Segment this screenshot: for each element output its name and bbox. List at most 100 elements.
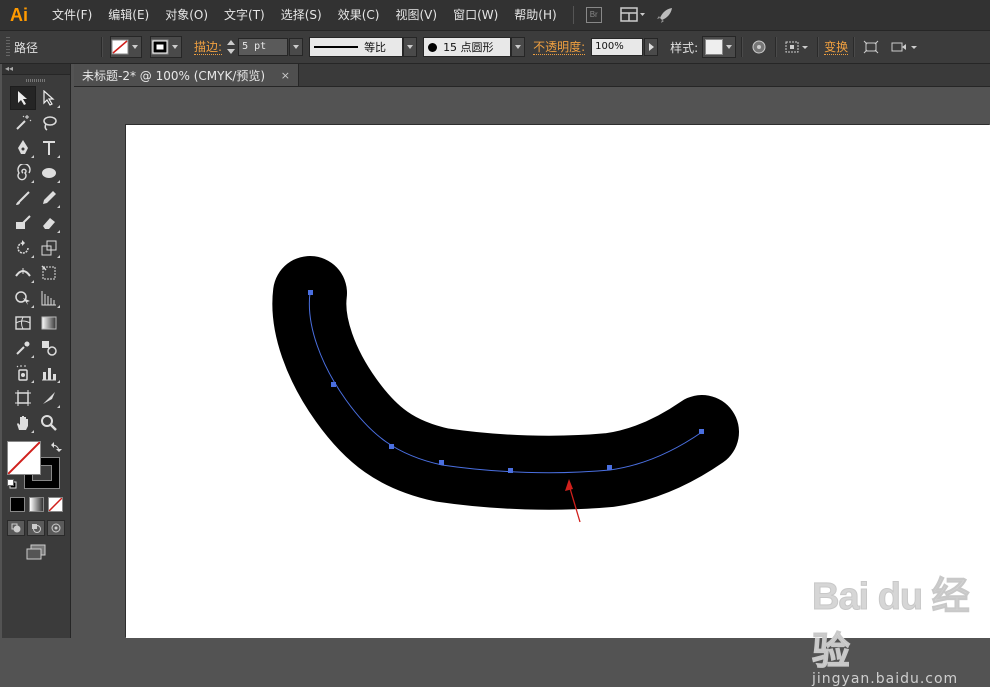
- profile-label: 等比: [364, 41, 387, 54]
- anchor-point[interactable]: [308, 290, 313, 295]
- align-dropdown-button[interactable]: [782, 36, 812, 58]
- draw-normal-button[interactable]: [7, 520, 25, 536]
- symbol-sprayer-tool[interactable]: [10, 361, 36, 385]
- spiral-tool[interactable]: [10, 161, 36, 185]
- scale-tool[interactable]: [36, 236, 62, 260]
- ellipse-tool[interactable]: [36, 161, 62, 185]
- artboard[interactable]: Bai du 经验 jingyan.baidu.com: [126, 125, 990, 687]
- lasso-icon: [43, 115, 57, 131]
- color-mode-row: [2, 497, 70, 512]
- menu-select[interactable]: 选择(S): [273, 0, 330, 30]
- separator: [817, 37, 820, 57]
- color-button[interactable]: [9, 497, 25, 512]
- shape-builder-icon: [15, 290, 30, 305]
- menu-edit[interactable]: 编辑(E): [100, 0, 157, 30]
- bridge-button[interactable]: Br: [585, 5, 602, 25]
- selection-tool[interactable]: [10, 85, 36, 110]
- opacity-input[interactable]: 100%: [591, 38, 644, 56]
- stroke-panel-link[interactable]: 描边:: [194, 40, 223, 55]
- brush-definition-dropdown[interactable]: 15 点圆形: [423, 37, 512, 57]
- anchor-point[interactable]: [389, 444, 394, 449]
- screen-mode-button[interactable]: [2, 544, 70, 560]
- menu-bar: Ai 文件(F) 编辑(E) 对象(O) 文字(T) 选择(S) 效果(C) 视…: [0, 0, 990, 31]
- menu-window[interactable]: 窗口(W): [445, 0, 506, 30]
- slice-tool[interactable]: [36, 386, 62, 410]
- hand-tool[interactable]: [10, 411, 36, 435]
- eyedropper-tool[interactable]: [10, 336, 36, 360]
- zoom-tool[interactable]: [36, 411, 62, 435]
- opacity-slider-button[interactable]: [644, 38, 659, 56]
- fill-color-box[interactable]: [7, 441, 41, 475]
- anchor-point[interactable]: [508, 468, 513, 473]
- graphic-style-dropdown[interactable]: [702, 36, 737, 58]
- profile-line-icon: [314, 46, 359, 48]
- fill-none-icon: [8, 442, 40, 474]
- stroke-swatch[interactable]: [150, 36, 183, 58]
- canvas-area[interactable]: Bai du 经验 jingyan.baidu.com: [74, 87, 990, 687]
- free-transform-tool[interactable]: [36, 261, 62, 285]
- tools-panel-grip[interactable]: [2, 75, 70, 85]
- knife-icon: [43, 391, 55, 404]
- type-tool[interactable]: [36, 136, 62, 160]
- bounding-box-icon: [863, 40, 879, 54]
- draw-behind-button[interactable]: [27, 520, 45, 536]
- lasso-tool[interactable]: [36, 111, 62, 135]
- gradient-tool[interactable]: [36, 311, 62, 335]
- menu-type[interactable]: 文字(T): [216, 0, 273, 30]
- menu-help[interactable]: 帮助(H): [506, 0, 564, 30]
- pen-tool[interactable]: [10, 136, 36, 160]
- blob-brush-tool[interactable]: [10, 211, 36, 235]
- stroke-weight-input[interactable]: 5 pt: [238, 38, 289, 56]
- magic-wand-tool[interactable]: [10, 111, 36, 135]
- menu-file[interactable]: 文件(F): [44, 0, 100, 30]
- stroke-weight-dropdown[interactable]: [289, 38, 304, 56]
- stroke-weight-stepper[interactable]: 5 pt: [226, 38, 304, 56]
- anchor-point[interactable]: [439, 460, 444, 465]
- separator: [741, 37, 744, 57]
- fill-swatch[interactable]: [110, 36, 143, 58]
- menu-effect[interactable]: 效果(C): [330, 0, 388, 30]
- eraser-tool[interactable]: [36, 211, 62, 235]
- draw-inside-button[interactable]: [47, 520, 65, 536]
- gradient-button[interactable]: [28, 497, 44, 512]
- selection-arrow-icon: [18, 90, 27, 105]
- profile-dropdown-arrow[interactable]: [403, 37, 418, 57]
- width-icon: [15, 267, 31, 277]
- menu-view[interactable]: 视图(V): [387, 0, 445, 30]
- brush-dropdown-arrow[interactable]: [511, 37, 526, 57]
- draw-mode-row: [2, 520, 70, 536]
- mesh-tool[interactable]: [10, 311, 36, 335]
- close-tab-icon[interactable]: ×: [281, 69, 290, 82]
- transform-panel-link[interactable]: 变换: [824, 40, 849, 55]
- paintbrush-tool[interactable]: [10, 186, 36, 210]
- panel-menu-icon: [891, 42, 918, 52]
- swap-arrow-icon[interactable]: [50, 441, 62, 453]
- arrange-documents-button[interactable]: [619, 5, 646, 25]
- pencil-tool[interactable]: [36, 186, 62, 210]
- default-colors-icon[interactable]: [7, 479, 17, 489]
- control-bar-grip[interactable]: [6, 37, 10, 57]
- menu-object[interactable]: 对象(O): [157, 0, 216, 30]
- anchor-point[interactable]: [331, 382, 336, 387]
- document-tab[interactable]: 未标题-2* @ 100% (CMYK/预览) ×: [74, 64, 299, 86]
- thick-stroke-path[interactable]: [272, 256, 739, 510]
- shape-builder-tool[interactable]: [10, 286, 36, 310]
- recolor-artwork-button[interactable]: [748, 36, 770, 58]
- anchor-point[interactable]: [699, 429, 704, 434]
- column-graph-tool[interactable]: [36, 361, 62, 385]
- anchor-point[interactable]: [607, 465, 612, 470]
- opacity-panel-link[interactable]: 不透明度:: [533, 40, 586, 55]
- rotate-tool[interactable]: [10, 236, 36, 260]
- tools-collapse-button[interactable]: ◂◂: [2, 64, 70, 75]
- blend-tool[interactable]: [36, 336, 62, 360]
- panel-menu-button[interactable]: [888, 36, 922, 58]
- variable-width-profile-dropdown[interactable]: 等比: [309, 37, 404, 57]
- blend-icon: [42, 340, 57, 356]
- sync-button[interactable]: [656, 5, 674, 25]
- perspective-grid-tool[interactable]: [36, 286, 62, 310]
- artboard-tool[interactable]: [10, 386, 36, 410]
- width-tool[interactable]: [10, 261, 36, 285]
- direct-selection-tool[interactable]: [36, 86, 62, 110]
- isolate-button[interactable]: [860, 36, 882, 58]
- none-button[interactable]: [47, 497, 63, 512]
